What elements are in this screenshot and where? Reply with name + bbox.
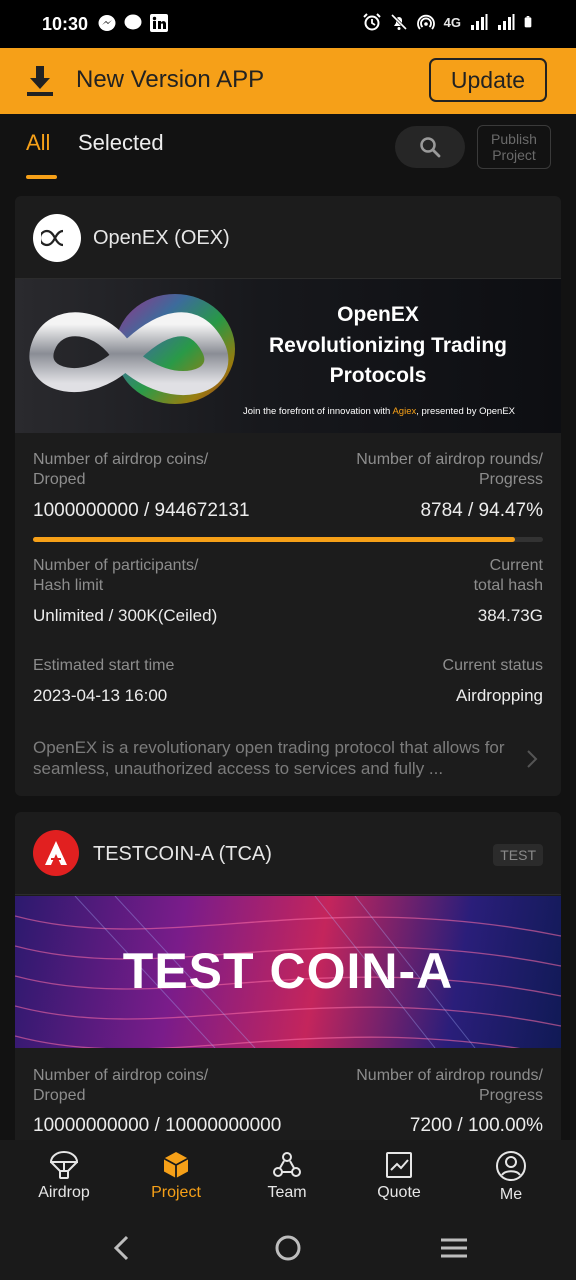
- battery-icon: [524, 16, 532, 28]
- update-button[interactable]: Update: [429, 58, 547, 102]
- airdrop-rounds-label-line1: Number of airdrop rounds/: [356, 451, 543, 468]
- project-name: OpenEX (OEX): [93, 227, 230, 249]
- airdrop-coins-label: Number of airdrop coins/ Droped: [33, 1066, 208, 1106]
- openex-banner-image: OpenEX Revolutionizing Trading Protocols…: [15, 279, 561, 433]
- project-description[interactable]: OpenEX is a revolutionary open trading p…: [33, 737, 511, 779]
- mute-icon: [390, 13, 407, 31]
- chevron-right-icon[interactable]: [526, 749, 538, 769]
- search-button[interactable]: [395, 126, 465, 168]
- test-badge: TEST: [493, 844, 543, 866]
- infinity-graphic: [29, 294, 235, 404]
- card-divider: [15, 894, 561, 895]
- banner-subtitle-brand: Agiex: [392, 406, 417, 417]
- linkedin-icon: [150, 14, 168, 32]
- system-icons: 4G: [362, 13, 536, 31]
- back-icon[interactable]: [112, 1235, 132, 1261]
- banner-subtitle: Join the forefront of innovation with Ag…: [243, 406, 515, 417]
- download-icon: [27, 66, 53, 96]
- airdrop-rounds-value: 7200 / 100.00%: [409, 1115, 543, 1136]
- tab-selected[interactable]: Selected: [78, 130, 164, 156]
- banner-heading-1: OpenEX: [337, 303, 419, 326]
- messenger-icon: [98, 15, 116, 31]
- nav-me-label: Me: [499, 1186, 523, 1203]
- airdrop-rounds-value: 8784 / 94.47%: [420, 500, 543, 521]
- status-time: 10:30: [42, 14, 89, 34]
- banner-subtitle-post: , presented by OpenEX: [416, 406, 515, 417]
- airdrop-rounds-label-line2: Progress: [478, 1087, 543, 1104]
- status-label: Current status: [442, 657, 543, 674]
- parachute-icon: [49, 1151, 79, 1179]
- nav-project-label: Project: [151, 1184, 201, 1201]
- banner-subtitle-pre: Join the forefront of innovation with: [243, 406, 393, 417]
- publish-label: Publish: [491, 131, 537, 147]
- banner-heading-3: Protocols: [329, 364, 427, 387]
- testcoin-logo-icon: [45, 841, 67, 865]
- airdrop-coins-label-line2: Droped: [33, 471, 86, 488]
- airdrop-rounds-label: Number of airdrop rounds/ Progress: [356, 1066, 543, 1106]
- user-icon: [496, 1151, 526, 1181]
- start-time-label: Estimated start time: [33, 657, 175, 674]
- airdrop-coins-value: 10000000000 / 10000000000: [33, 1115, 282, 1136]
- team-icon: [273, 1152, 301, 1177]
- airdrop-coins-value: 1000000000 / 944672131: [33, 500, 250, 521]
- total-hash-label-line1: Current: [489, 557, 543, 574]
- nav-team[interactable]: Team: [242, 1150, 332, 1202]
- project-label: Project: [492, 147, 536, 163]
- participants-label: Number of participants/ Hash limit: [33, 556, 198, 596]
- project-name: TESTCOIN-A (TCA): [93, 843, 272, 865]
- nav-quote-label: Quote: [377, 1184, 421, 1201]
- banner-heading-2: Revolutionizing Trading: [269, 334, 507, 357]
- nav-airdrop-label: Airdrop: [38, 1184, 90, 1201]
- total-hash-label: Current total hash: [474, 556, 543, 596]
- testcoin-banner-image: TEST COIN-A: [15, 896, 561, 1048]
- status-value: Airdropping: [456, 686, 543, 705]
- project-card-openex[interactable]: OpenEX (OEX) OpenEX Revolutionizing Trad…: [15, 196, 561, 796]
- nav-quote[interactable]: Quote: [354, 1150, 444, 1202]
- total-hash-label-line2: total hash: [473, 577, 543, 594]
- airdrop-coins-label-line1: Number of airdrop coins/: [33, 451, 209, 468]
- active-tab-indicator: [26, 175, 57, 179]
- participants-label-line1: Number of participants/: [33, 557, 199, 574]
- progress-bar-fill: [33, 537, 515, 542]
- airdrop-rounds-label: Number of airdrop rounds/ Progress: [356, 450, 543, 490]
- cube-icon: [163, 1152, 189, 1178]
- total-hash-value: 384.73G: [477, 606, 543, 625]
- nav-project[interactable]: Project: [131, 1150, 221, 1202]
- nav-airdrop[interactable]: Airdrop: [19, 1150, 109, 1202]
- participants-value: Unlimited / 300K(Ceiled): [33, 606, 218, 625]
- notification-icons: [98, 14, 168, 32]
- airdrop-coins-label-line2: Droped: [33, 1087, 86, 1104]
- tab-all[interactable]: All: [26, 130, 50, 156]
- alarm-icon: [362, 13, 381, 31]
- home-icon[interactable]: [274, 1234, 302, 1262]
- openex-logo-icon: [41, 229, 64, 247]
- airdrop-rounds-label-line1: Number of airdrop rounds/: [356, 1067, 543, 1084]
- start-time-value: 2023-04-13 16:00: [33, 686, 168, 705]
- chart-icon: [386, 1152, 412, 1178]
- participants-label-line2: Hash limit: [33, 577, 104, 594]
- hotspot-icon: [416, 14, 435, 30]
- nav-me[interactable]: Me: [466, 1150, 556, 1204]
- signal-icon: [471, 14, 488, 30]
- project-card-testcoin[interactable]: TESTCOIN-A (TCA) TEST TEST COIN-A Number…: [15, 812, 561, 1152]
- openex-logo: [33, 214, 81, 262]
- nav-team-label: Team: [267, 1184, 307, 1201]
- banner-title: TEST COIN-A: [122, 943, 454, 999]
- banner-text: New Version APP: [76, 66, 265, 93]
- airdrop-coins-label-line1: Number of airdrop coins/: [33, 1067, 209, 1084]
- airdrop-coins-label: Number of airdrop coins/ Droped: [33, 450, 208, 490]
- recents-icon[interactable]: [440, 1237, 468, 1259]
- airdrop-rounds-label-line2: Progress: [478, 471, 543, 488]
- chat-icon: [124, 14, 142, 30]
- signal-2-icon: [498, 14, 515, 30]
- progress-bar: [33, 537, 543, 542]
- network-label: 4G: [443, 14, 461, 30]
- testcoin-logo: [33, 830, 79, 876]
- publish-project-button[interactable]: Publish Project: [477, 125, 551, 169]
- search-icon: [420, 137, 441, 158]
